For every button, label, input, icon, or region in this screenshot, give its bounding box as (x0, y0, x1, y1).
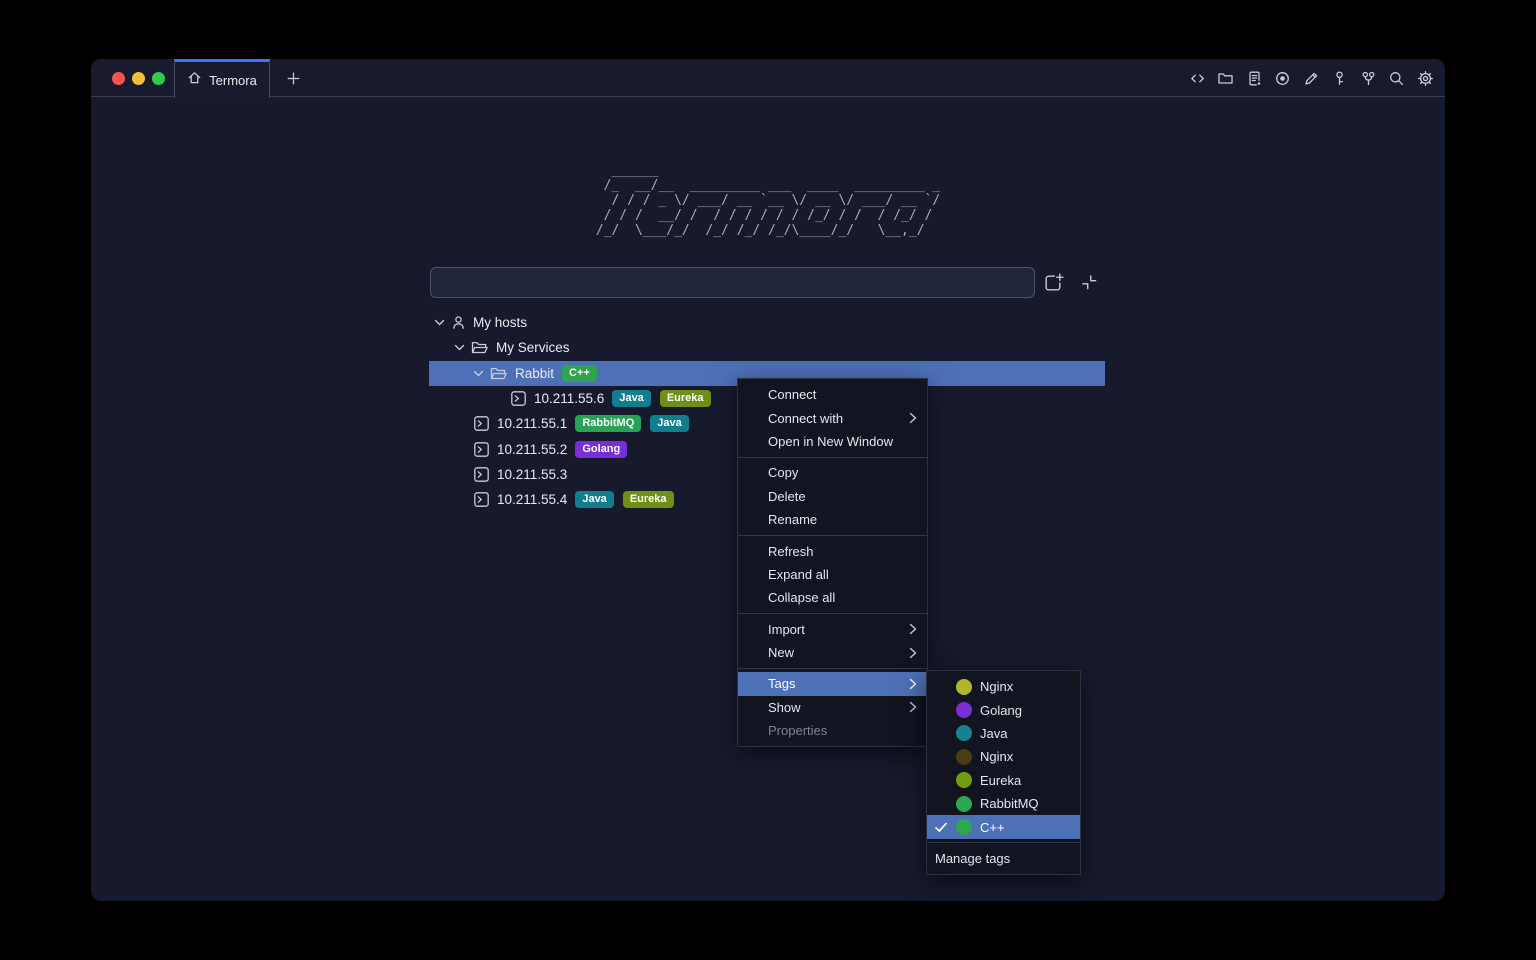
menu-item-new[interactable]: New (738, 641, 927, 664)
menu-separator (738, 668, 927, 669)
menu-item-collapse-all[interactable]: Collapse all (738, 586, 927, 609)
chevron-down-icon[interactable] (433, 316, 446, 329)
menu-item-tags[interactable]: Tags (738, 672, 927, 695)
keychain-icon[interactable] (1359, 69, 1377, 87)
record-macro-icon[interactable] (1274, 69, 1292, 87)
tree-label: Rabbit (515, 366, 554, 381)
tree-label: 10.211.55.4 (497, 492, 567, 507)
open-folder-icon (490, 366, 508, 381)
add-host-button[interactable] (1042, 271, 1064, 293)
tree-label: 10.211.55.3 (497, 467, 567, 482)
tag-badge: C++ (562, 365, 597, 382)
settings-gear-icon[interactable] (1416, 69, 1434, 87)
tag-menu-item-nginx-2[interactable]: Nginx (927, 745, 1080, 768)
menu-item-import[interactable]: Import (738, 618, 927, 641)
search-input[interactable] (430, 267, 1035, 298)
tree-label: My hosts (473, 315, 527, 330)
menu-item-rename[interactable]: Rename (738, 508, 927, 531)
tag-menu-item-rabbitmq[interactable]: RabbitMQ (927, 792, 1080, 815)
key-icon[interactable] (1331, 69, 1349, 87)
tag-color-dot (956, 702, 972, 718)
tag-color-dot (956, 679, 972, 695)
close-window-button[interactable] (112, 72, 125, 85)
tree-row-my-services[interactable]: My Services (429, 335, 1105, 360)
tag-badge: Eureka (660, 390, 711, 407)
search-icon[interactable] (1388, 69, 1406, 87)
tag-badge: Golang (575, 441, 627, 458)
menu-item-expand-all[interactable]: Expand all (738, 563, 927, 586)
tag-color-dot (956, 772, 972, 788)
terminal-host-icon (473, 415, 490, 432)
chevron-down-icon[interactable] (453, 341, 466, 354)
title-bar: Termora (91, 59, 1445, 97)
submenu-arrow-icon (909, 701, 917, 713)
edit-icon[interactable] (1302, 69, 1320, 87)
tag-badge: Eureka (623, 491, 674, 508)
menu-separator (738, 613, 927, 614)
menu-item-properties: Properties (738, 719, 927, 742)
traffic-lights (112, 72, 165, 85)
log-icon[interactable] (1245, 69, 1263, 87)
menu-item-connect[interactable]: Connect (738, 383, 927, 406)
menu-item-manage-tags[interactable]: Manage tags (927, 847, 1080, 870)
menu-item-connect-with[interactable]: Connect with (738, 406, 927, 429)
maximize-window-button[interactable] (152, 72, 165, 85)
new-tab-button[interactable] (284, 69, 302, 87)
menu-item-copy[interactable]: Copy (738, 461, 927, 484)
tree-label: 10.211.55.1 (497, 416, 567, 431)
tag-badge: RabbitMQ (575, 415, 641, 432)
terminal-host-icon (473, 466, 490, 483)
submenu-arrow-icon (909, 412, 917, 424)
tree-label: 10.211.55.6 (534, 391, 604, 406)
chevron-down-icon[interactable] (472, 367, 485, 380)
checkmark-icon (935, 822, 956, 833)
context-menu: Connect Connect with Open in New Window … (737, 378, 928, 747)
tag-menu-item-nginx[interactable]: Nginx (927, 675, 1080, 698)
user-icon (451, 315, 466, 330)
menu-separator (927, 842, 1080, 843)
terminal-host-icon (473, 441, 490, 458)
tag-color-dot (956, 749, 972, 765)
ascii-logo: ______ /_ __/__ _________ ___ ____ _____… (596, 163, 940, 238)
menu-item-delete[interactable]: Delete (738, 485, 927, 508)
tag-menu-item-cpp[interactable]: C++ (927, 815, 1080, 838)
tag-color-dot (956, 796, 972, 812)
minimize-window-button[interactable] (132, 72, 145, 85)
menu-item-refresh[interactable]: Refresh (738, 539, 927, 562)
tree-label: My Services (496, 340, 570, 355)
home-icon (187, 70, 202, 90)
menu-item-open-in-new-window[interactable]: Open in New Window (738, 430, 927, 453)
menu-separator (738, 457, 927, 458)
submenu-arrow-icon (909, 647, 917, 659)
tree-row-my-hosts[interactable]: My hosts (429, 310, 1105, 335)
tag-menu-item-eureka[interactable]: Eureka (927, 769, 1080, 792)
tag-menu-item-java[interactable]: Java (927, 722, 1080, 745)
tags-submenu: Nginx Golang Java Nginx Eureka RabbitMQ … (926, 670, 1081, 875)
collapse-all-icon[interactable] (1078, 271, 1100, 293)
menu-item-show[interactable]: Show (738, 696, 927, 719)
termora-window: Termora (91, 59, 1445, 901)
terminal-host-icon (510, 390, 527, 407)
submenu-arrow-icon (909, 678, 917, 690)
submenu-arrow-icon (909, 623, 917, 635)
code-icon[interactable] (1188, 69, 1206, 87)
folder-icon[interactable] (1217, 69, 1235, 87)
tag-color-dot (956, 819, 972, 835)
open-folder-icon (471, 340, 489, 355)
tab-termora[interactable]: Termora (174, 59, 270, 98)
tag-color-dot (956, 725, 972, 741)
tag-badge: Java (612, 390, 650, 407)
toolbar (1188, 59, 1434, 97)
tree-label: 10.211.55.2 (497, 442, 567, 457)
tag-menu-item-golang[interactable]: Golang (927, 698, 1080, 721)
tag-badge: Java (575, 491, 613, 508)
tag-badge: Java (650, 415, 688, 432)
terminal-host-icon (473, 491, 490, 508)
menu-separator (738, 535, 927, 536)
tab-label: Termora (209, 73, 257, 88)
